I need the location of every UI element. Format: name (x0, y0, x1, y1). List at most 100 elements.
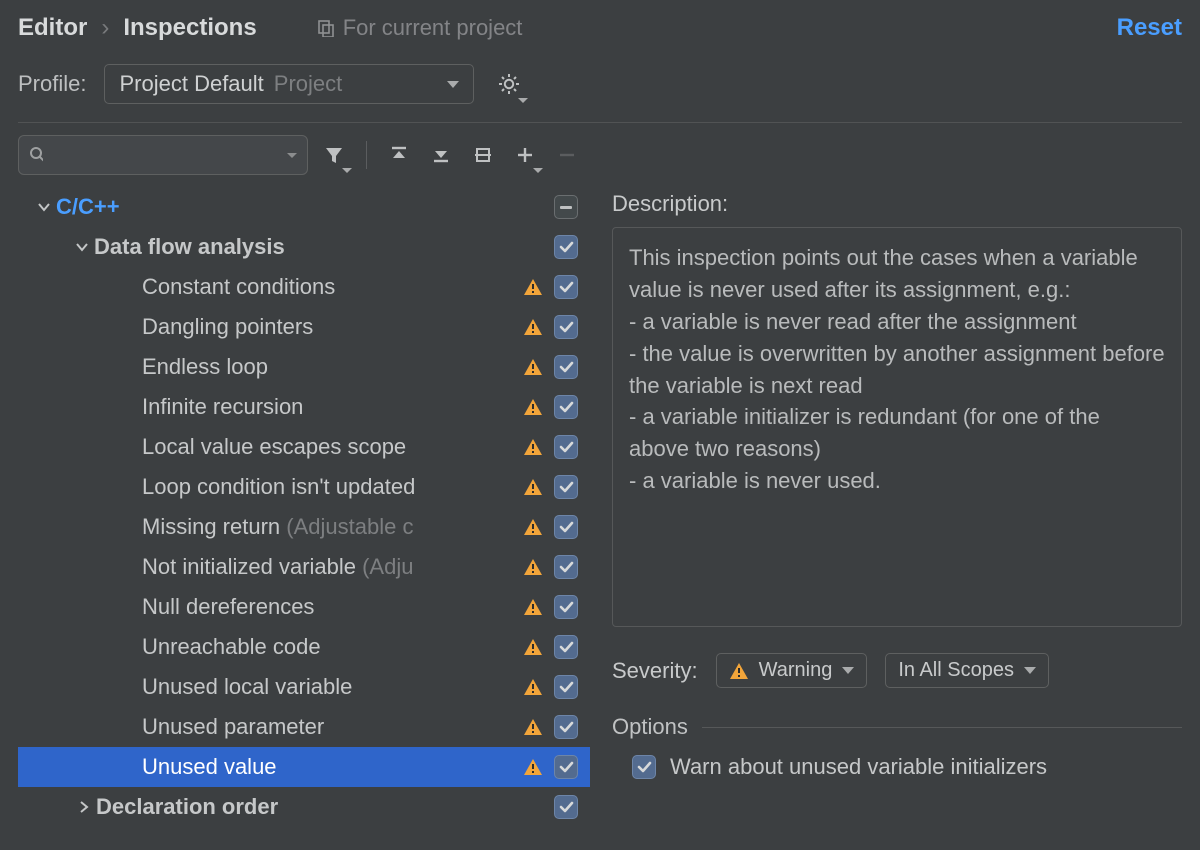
breadcrumb-editor[interactable]: Editor (18, 14, 87, 42)
tristate-checkbox[interactable] (554, 195, 578, 219)
tree-label: Infinite recursion (142, 394, 522, 420)
description-text: This inspection points out the cases whe… (612, 227, 1182, 627)
option-warn-initializers[interactable]: Warn about unused variable initializers (612, 754, 1182, 780)
inspections-tree[interactable]: C/C++ Data flow analysis Constant condit… (18, 187, 590, 847)
separator (366, 141, 367, 169)
search-field[interactable] (49, 145, 281, 166)
chevron-down-icon (447, 81, 459, 88)
filter-icon (324, 145, 344, 165)
checkbox[interactable] (554, 715, 578, 739)
warning-icon (522, 437, 544, 457)
tree-item[interactable]: Null dereferences (18, 587, 590, 627)
description-title: Description: (612, 191, 1182, 217)
tree-label: Dangling pointers (142, 314, 522, 340)
breadcrumb-sep: › (101, 14, 109, 42)
collapse-all-button[interactable] (425, 139, 457, 171)
profile-name: Project Default (119, 71, 263, 97)
reset-to-defaults-button[interactable] (467, 139, 499, 171)
tree-label: Data flow analysis (94, 234, 550, 260)
tree-item[interactable]: Constant conditions (18, 267, 590, 307)
warning-icon (522, 277, 544, 297)
chevron-down-icon (342, 168, 352, 173)
check-icon (558, 599, 574, 615)
separator (702, 727, 1182, 728)
checkbox[interactable] (554, 675, 578, 699)
checkbox[interactable] (554, 595, 578, 619)
check-icon (636, 759, 652, 775)
tree-category-ccpp[interactable]: C/C++ (18, 187, 590, 227)
chevron-down-icon (1024, 667, 1036, 674)
filter-button[interactable] (318, 139, 350, 171)
checkbox[interactable] (554, 275, 578, 299)
gear-icon (498, 73, 520, 95)
checkbox[interactable] (554, 315, 578, 339)
reset-icon (473, 145, 493, 165)
checkbox[interactable] (554, 755, 578, 779)
tree-item[interactable]: Endless loop (18, 347, 590, 387)
tree-label: Missing return (Adjustable c (142, 514, 522, 540)
profile-actions-button[interactable] (492, 67, 526, 101)
project-scope-hint: For current project (317, 15, 523, 41)
collapse-all-icon (431, 145, 451, 165)
tree-item[interactable]: Unused local variable (18, 667, 590, 707)
severity-select[interactable]: Warning (716, 653, 868, 688)
chevron-down-icon (533, 168, 543, 173)
scope-value: In All Scopes (898, 659, 1014, 682)
profile-select[interactable]: Project Default Project (104, 64, 474, 104)
inspection-detail-panel: Description: This inspection points out … (612, 187, 1182, 847)
checkbox[interactable] (554, 635, 578, 659)
scope-select[interactable]: In All Scopes (885, 653, 1049, 688)
check-icon (558, 239, 574, 255)
tree-label: Unused value (142, 754, 522, 780)
tree-item[interactable]: Infinite recursion (18, 387, 590, 427)
check-icon (558, 559, 574, 575)
tree-label: Unused local variable (142, 674, 522, 700)
profile-label: Profile: (18, 71, 86, 97)
search-input[interactable] (18, 135, 308, 175)
expand-all-button[interactable] (383, 139, 415, 171)
tree-item[interactable]: Not initialized variable (Adju (18, 547, 590, 587)
check-icon (558, 719, 574, 735)
checkbox[interactable] (554, 475, 578, 499)
tree-group-declaration-order[interactable]: Declaration order (18, 787, 590, 827)
checkbox[interactable] (554, 795, 578, 819)
check-icon (558, 279, 574, 295)
plus-icon (515, 145, 535, 165)
tree-item[interactable]: Missing return (Adjustable c (18, 507, 590, 547)
tree-label: Constant conditions (142, 274, 522, 300)
checkbox[interactable] (554, 435, 578, 459)
breadcrumb-inspections: Inspections (123, 14, 256, 42)
warning-icon (522, 357, 544, 377)
warning-icon (522, 517, 544, 537)
checkbox[interactable] (554, 555, 578, 579)
tree-item[interactable]: Loop condition isn't updated (18, 467, 590, 507)
warning-icon (522, 397, 544, 417)
options-title: Options (612, 714, 688, 740)
options-header: Options (612, 714, 1182, 740)
tree-item[interactable]: Unreachable code (18, 627, 590, 667)
tree-item[interactable]: Dangling pointers (18, 307, 590, 347)
tree-group-dfa[interactable]: Data flow analysis (18, 227, 590, 267)
tree-item[interactable]: Unused value (18, 747, 590, 787)
checkbox[interactable] (554, 235, 578, 259)
check-icon (558, 519, 574, 535)
tree-item[interactable]: Unused parameter (18, 707, 590, 747)
checkbox[interactable] (554, 515, 578, 539)
tree-label: Unused parameter (142, 714, 522, 740)
checkbox[interactable] (632, 755, 656, 779)
tree-item[interactable]: Local value escapes scope (18, 427, 590, 467)
checkbox[interactable] (554, 355, 578, 379)
reset-link[interactable]: Reset (1117, 14, 1182, 42)
chevron-down-icon (842, 667, 854, 674)
search-icon (29, 146, 43, 164)
checkbox[interactable] (554, 395, 578, 419)
check-icon (558, 359, 574, 375)
check-icon (558, 479, 574, 495)
add-button[interactable] (509, 139, 541, 171)
warning-icon (522, 677, 544, 697)
tree-label: Loop condition isn't updated (142, 474, 522, 500)
warning-icon (729, 661, 749, 681)
chevron-right-icon (72, 800, 96, 814)
minus-icon (557, 145, 577, 165)
tree-label: Not initialized variable (Adju (142, 554, 522, 580)
